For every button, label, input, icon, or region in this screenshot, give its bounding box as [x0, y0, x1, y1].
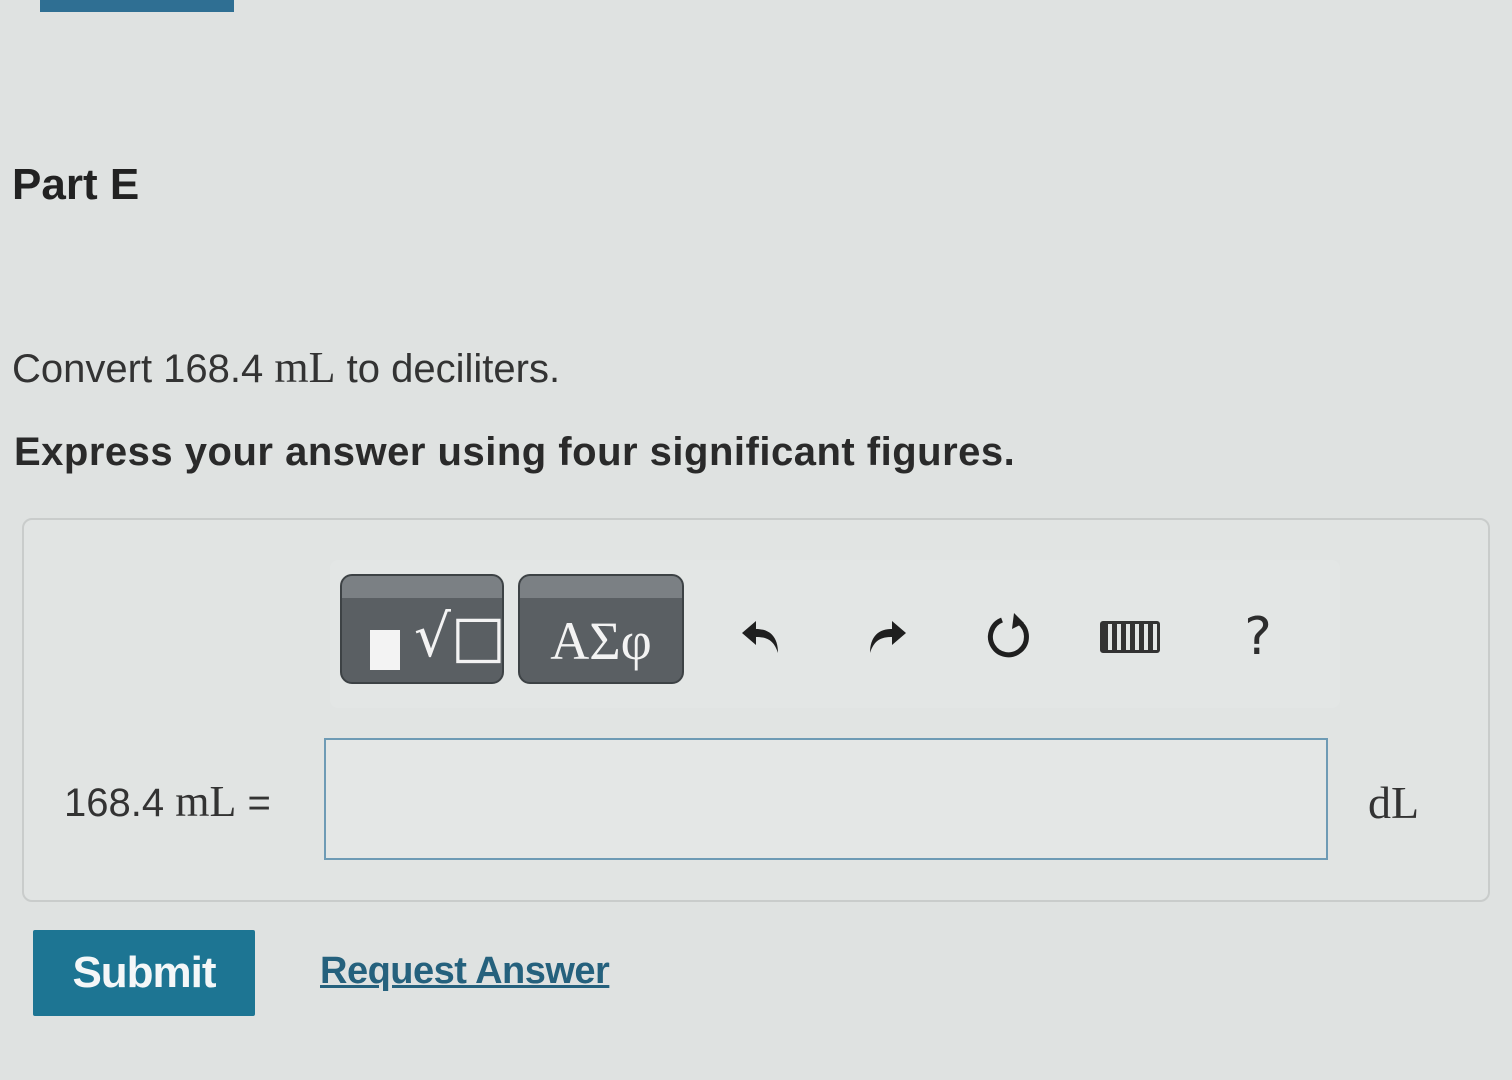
question-prefix: Convert 168.4: [12, 347, 264, 391]
keyboard-icon: [1100, 621, 1160, 653]
reset-button[interactable]: [978, 600, 1038, 674]
redo-button[interactable]: [856, 600, 916, 674]
part-title: Part E: [12, 160, 140, 209]
templates-button[interactable]: √□: [340, 574, 504, 684]
question-text: Convert 168.4 mL to deciliters.: [12, 342, 560, 393]
equation-value: 168.4: [64, 781, 165, 825]
equation-left-side: 168.4 mL =: [64, 776, 271, 827]
equals-sign: =: [247, 781, 271, 825]
symbols-icon: ΑΣφ: [550, 611, 652, 671]
redo-icon: [870, 621, 906, 653]
templates-icon: [370, 630, 400, 670]
undo-button[interactable]: [732, 600, 792, 674]
question-unit: mL: [274, 343, 336, 392]
answer-unit: dL: [1368, 777, 1420, 828]
equation-unit: mL: [175, 777, 237, 826]
sqrt-template-icon: √□: [414, 602, 504, 670]
undo-icon: [742, 621, 778, 653]
top-accent-bar: [40, 0, 234, 12]
help-button[interactable]: ?: [1228, 600, 1288, 674]
request-answer-link[interactable]: Request Answer: [320, 950, 610, 993]
answer-input[interactable]: [324, 738, 1328, 860]
reset-icon: [987, 613, 1029, 658]
symbols-button[interactable]: ΑΣφ: [518, 574, 684, 684]
submit-button[interactable]: Submit: [33, 930, 255, 1016]
keyboard-button[interactable]: [1100, 600, 1160, 674]
instruction-text: Express your answer using four significa…: [14, 430, 1016, 474]
symbols-button-strip: [520, 576, 682, 598]
templates-button-strip: [342, 576, 502, 598]
question-suffix: to deciliters.: [346, 347, 561, 391]
